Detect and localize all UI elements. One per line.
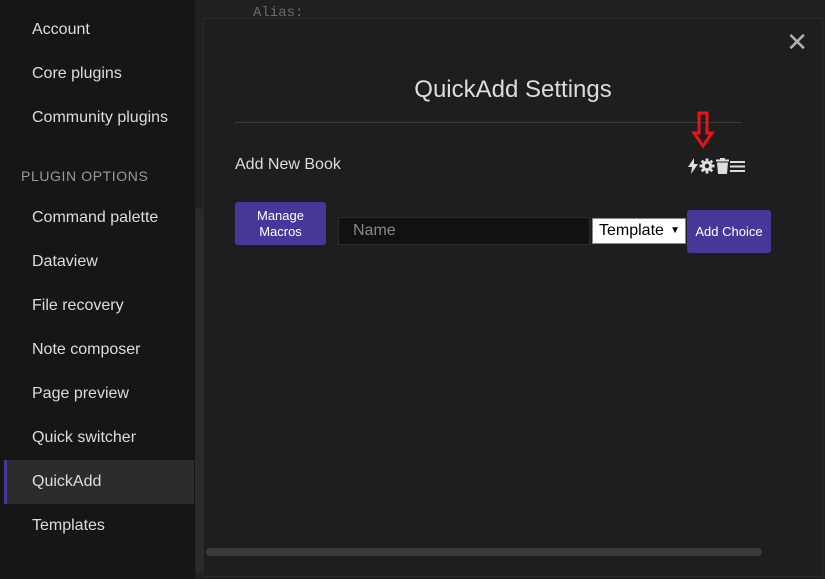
trash-icon[interactable]: [716, 158, 729, 174]
lightning-icon[interactable]: [688, 158, 698, 174]
quickadd-settings-modal: ✕ QuickAdd Settings Add New Book Manage …: [203, 18, 823, 577]
drag-handle-icon[interactable]: [730, 158, 745, 174]
choice-actions: [688, 157, 745, 175]
horizontal-scrollbar[interactable]: [206, 548, 762, 556]
select-value: Template: [599, 222, 664, 239]
sidebar-item-community-plugins[interactable]: Community plugins: [4, 96, 194, 140]
sidebar-item-page-preview[interactable]: Page preview: [4, 372, 194, 416]
sidebar-item-quick-switcher[interactable]: Quick switcher: [4, 416, 194, 460]
sidebar-item-command-palette[interactable]: Command palette: [4, 196, 194, 240]
annotation-arrow-icon: [692, 111, 714, 149]
sidebar-item-dataview[interactable]: Dataview: [4, 240, 194, 284]
sidebar-scrollbar[interactable]: [195, 208, 203, 573]
modal-title: QuickAdd Settings: [414, 76, 612, 103]
background-editor: Alias:: [196, 0, 825, 21]
sidebar-item-file-recovery[interactable]: File recovery: [4, 284, 194, 328]
manage-macros-button[interactable]: Manage Macros: [235, 202, 326, 245]
gear-icon[interactable]: [699, 158, 715, 174]
sidebar-item-core-plugins[interactable]: Core plugins: [4, 52, 194, 96]
sidebar-item-templates[interactable]: Templates: [4, 504, 194, 548]
choice-type-select[interactable]: Template ▼: [592, 218, 686, 244]
close-icon[interactable]: ✕: [786, 27, 808, 57]
choice-name-input[interactable]: [338, 217, 590, 245]
choice-name: Add New Book: [235, 156, 341, 173]
sidebar-item-quickadd[interactable]: QuickAdd: [4, 460, 194, 504]
sidebar-section-heading: PLUGIN OPTIONS: [21, 168, 149, 184]
select-caret-icon: ▼: [670, 225, 680, 236]
settings-sidebar: Account Core plugins Community plugins P…: [0, 0, 195, 579]
title-divider: [235, 122, 742, 123]
add-choice-button[interactable]: Add Choice: [687, 210, 771, 253]
sidebar-item-note-composer[interactable]: Note composer: [4, 328, 194, 372]
sidebar-item-account[interactable]: Account: [4, 8, 194, 52]
